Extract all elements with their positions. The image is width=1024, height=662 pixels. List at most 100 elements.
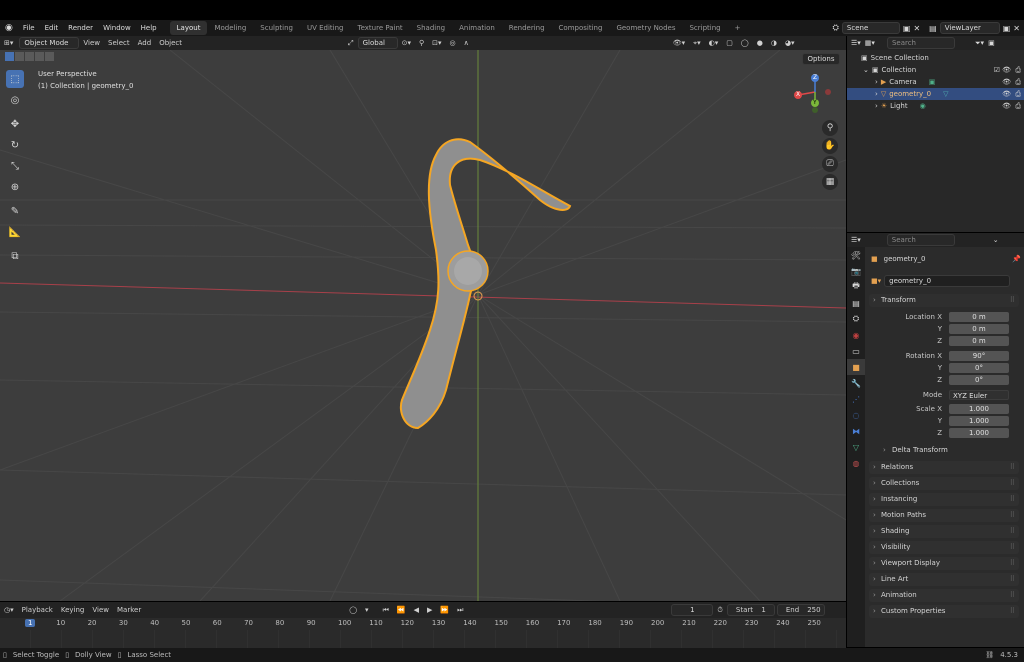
- select-new-icon[interactable]: [5, 52, 14, 61]
- rotation-y-field[interactable]: 0°: [949, 363, 1009, 373]
- panel-relations[interactable]: Relations ⠿: [869, 461, 1019, 474]
- chevron-right-icon[interactable]: ›: [875, 78, 878, 86]
- shading-solid-icon[interactable]: ●: [753, 39, 767, 47]
- outliner-row-camera[interactable]: › ▶ Camera ▣ 👁 ⎙: [847, 76, 1024, 88]
- blender-logo-icon[interactable]: ◉: [0, 23, 18, 33]
- tab-scripting[interactable]: Scripting: [682, 21, 727, 35]
- select-intersect-icon[interactable]: [45, 52, 54, 61]
- chevron-down-icon[interactable]: ⌄: [863, 66, 869, 74]
- drag-handle-icon[interactable]: ⠿: [1010, 294, 1015, 307]
- camera-view-icon[interactable]: ⎚: [822, 156, 838, 172]
- tab-rendering[interactable]: Rendering: [502, 21, 552, 35]
- drag-handle-icon[interactable]: ⠿: [1010, 477, 1015, 490]
- tab-sculpting[interactable]: Sculpting: [253, 21, 300, 35]
- outliner-row-geometry-0[interactable]: › ▽ geometry_0 ▽ 👁 ⎙: [847, 88, 1024, 100]
- auto-keying-icon[interactable]: ◯: [345, 606, 361, 614]
- object-datablock-icon[interactable]: ■▾: [871, 277, 881, 285]
- menu-select[interactable]: Select: [104, 39, 134, 47]
- world-tab-icon[interactable]: ◉: [847, 327, 865, 343]
- view-layer-tab-icon[interactable]: ▤: [847, 295, 865, 311]
- tab-animation[interactable]: Animation: [452, 21, 502, 35]
- tab-uv-editing[interactable]: UV Editing: [300, 21, 351, 35]
- eye-icon[interactable]: 👁: [1002, 66, 1011, 74]
- object-tab-icon[interactable]: ■: [847, 359, 865, 375]
- menu-edit[interactable]: Edit: [40, 24, 64, 32]
- modifier-tab-icon[interactable]: 🔧: [847, 375, 865, 391]
- menu-keying[interactable]: Keying: [57, 606, 89, 614]
- xray-icon[interactable]: ▢: [722, 39, 737, 47]
- scale-z-field[interactable]: 1.000: [949, 428, 1009, 438]
- end-frame-field[interactable]: End 250: [776, 604, 825, 616]
- panel-collections[interactable]: Collections ⠿: [869, 477, 1019, 490]
- gizmo-toggle-icon[interactable]: ⌖▾: [689, 39, 704, 48]
- select-extend-icon[interactable]: [15, 52, 24, 61]
- new-viewlayer-icon[interactable]: ▣: [1003, 24, 1011, 33]
- object-name-field[interactable]: geometry_0: [884, 275, 1011, 287]
- tool-tab-icon[interactable]: 🛠: [847, 247, 865, 263]
- light-data-icon[interactable]: ◉: [920, 102, 926, 110]
- menu-playback[interactable]: Playback: [18, 606, 57, 614]
- add-cube-tool-icon[interactable]: ⧉: [6, 247, 24, 265]
- collection-tab-icon[interactable]: ▭: [847, 343, 865, 359]
- play-reverse-icon[interactable]: ◀: [410, 606, 423, 614]
- material-tab-icon[interactable]: ◍: [847, 455, 865, 471]
- chevron-right-icon[interactable]: ›: [875, 90, 878, 98]
- new-scene-icon[interactable]: ▣: [903, 24, 911, 33]
- falloff-icon[interactable]: ∧: [460, 39, 473, 47]
- tab-texture-paint[interactable]: Texture Paint: [351, 21, 410, 35]
- location-z-field[interactable]: 0 m: [949, 336, 1009, 346]
- options-button[interactable]: Options: [802, 53, 840, 65]
- transform-panel-header[interactable]: Transform ⠿: [869, 294, 1019, 307]
- timeline-area[interactable]: 1 10 20 30 40 50 60 70 80 90 100 110 120 130 140 150 160…: [0, 618, 846, 648]
- select-subtract-icon[interactable]: [25, 52, 34, 61]
- viewlayer-icon[interactable]: ▤: [929, 24, 937, 33]
- scene-icon[interactable]: ⛭: [833, 23, 839, 33]
- menu-object[interactable]: Object: [155, 39, 186, 47]
- filter-icon[interactable]: ⏷▾: [975, 39, 984, 48]
- panel-motion-paths[interactable]: Motion Paths ⠿: [869, 509, 1019, 522]
- eye-icon[interactable]: 👁: [1002, 102, 1011, 110]
- menu-help[interactable]: Help: [136, 24, 162, 32]
- visibility-icon[interactable]: 👁▾: [669, 39, 689, 47]
- menu-render[interactable]: Render: [63, 24, 98, 32]
- 3d-viewport[interactable]: User Perspective (1) Collection | geomet…: [0, 50, 846, 601]
- keying-set-icon[interactable]: ▾: [361, 606, 373, 614]
- menu-marker[interactable]: Marker: [113, 606, 145, 614]
- timeline-editor-icon[interactable]: ◷▾: [0, 606, 18, 614]
- delete-scene-icon[interactable]: ✕: [913, 24, 920, 33]
- shading-material-icon[interactable]: ◑: [767, 39, 781, 47]
- orientation-icon[interactable]: ⤢: [344, 39, 358, 48]
- rotation-z-field[interactable]: 0°: [949, 375, 1009, 385]
- transform-tool-icon[interactable]: ⊕: [6, 178, 24, 196]
- rotate-tool-icon[interactable]: ↻: [6, 136, 24, 154]
- panel-custom-properties[interactable]: Custom Properties ⠿: [869, 605, 1019, 618]
- zoom-icon[interactable]: ⚲: [822, 120, 838, 136]
- ortho-grid-icon[interactable]: ▦: [822, 174, 838, 190]
- shading-wireframe-icon[interactable]: ◯: [737, 39, 753, 47]
- rotation-mode-dropdown[interactable]: XYZ Euler: [949, 390, 1009, 400]
- panel-animation[interactable]: Animation ⠿: [869, 589, 1019, 602]
- current-frame-field[interactable]: 1: [671, 604, 714, 616]
- scene-selector[interactable]: Scene: [841, 22, 900, 34]
- camera-data-icon[interactable]: ▣: [929, 78, 936, 86]
- overlays-icon[interactable]: ◐▾: [705, 39, 723, 47]
- display-mode-icon[interactable]: ▦▾: [865, 39, 875, 47]
- location-y-field[interactable]: 0 m: [949, 324, 1009, 334]
- select-box-tool-icon[interactable]: ⬚: [6, 70, 24, 88]
- frame-ruler[interactable]: 1 10 20 30 40 50 60 70 80 90 100 110 120 130 140 150 160…: [0, 618, 846, 630]
- outliner-search-input[interactable]: Search: [886, 37, 955, 49]
- scale-y-field[interactable]: 1.000: [949, 416, 1009, 426]
- tab-geometry-nodes[interactable]: Geometry Nodes: [609, 21, 682, 35]
- constraints-tab-icon[interactable]: ⧓: [847, 423, 865, 439]
- snap-icon[interactable]: ⚲: [415, 39, 428, 47]
- measure-tool-icon[interactable]: 📐: [6, 223, 24, 241]
- orientation-selector[interactable]: Global: [357, 37, 398, 49]
- drag-handle-icon[interactable]: ⠿: [1010, 493, 1015, 506]
- outliner-row-light[interactable]: › ☀ Light ◉ 👁 ⎙: [847, 100, 1024, 112]
- pivot-icon[interactable]: ⊙▾: [398, 39, 415, 47]
- add-workspace-button[interactable]: +: [728, 21, 748, 35]
- pan-hand-icon[interactable]: ✋: [822, 138, 838, 154]
- next-keyframe-icon[interactable]: ⏩: [436, 606, 453, 614]
- scene-tab-icon[interactable]: ⛭: [847, 311, 865, 327]
- move-tool-icon[interactable]: ✥: [6, 115, 24, 133]
